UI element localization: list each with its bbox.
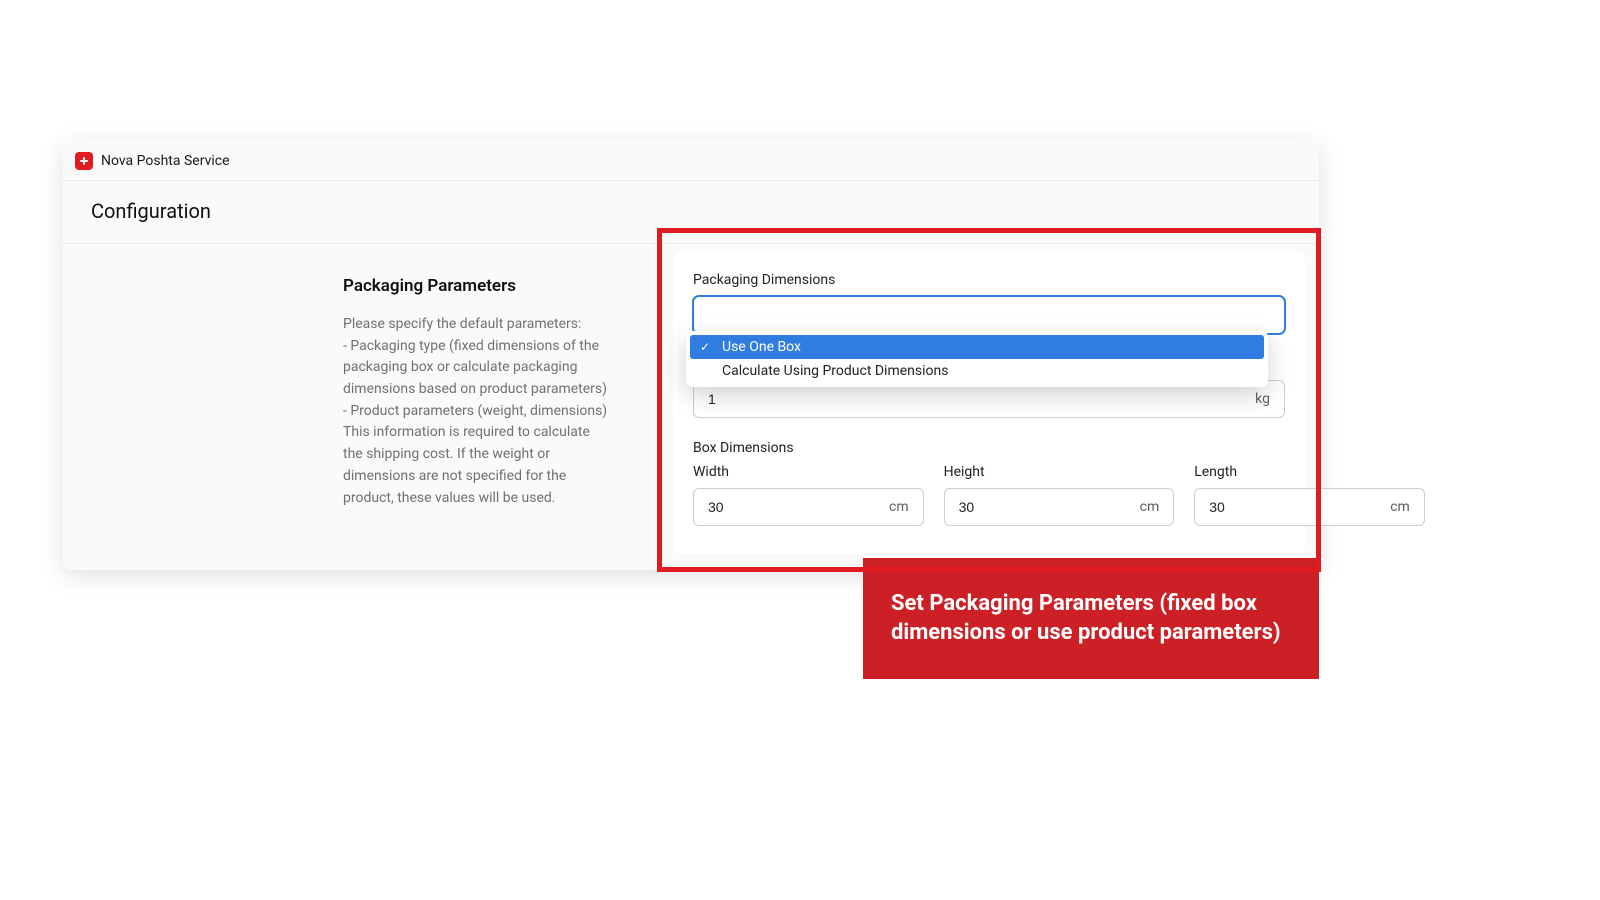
packaging-form-card: Packaging Dimensions ✓ Use One Box Calcu…: [673, 252, 1305, 554]
dropdown-option-label: Calculate Using Product Dimensions: [722, 363, 948, 379]
section-heading: Packaging Parameters: [343, 276, 611, 296]
length-input[interactable]: [1209, 499, 1390, 515]
dropdown-option-use-one-box[interactable]: ✓ Use One Box: [690, 335, 1264, 359]
app-card: Nova Poshta Service Configuration Packag…: [63, 140, 1319, 570]
box-dimensions-label: Box Dimensions: [693, 440, 1285, 456]
height-input-wrap[interactable]: cm: [944, 488, 1175, 526]
width-input[interactable]: [708, 499, 889, 515]
width-unit: cm: [889, 499, 909, 515]
length-label: Length: [1194, 464, 1425, 480]
packaging-dimensions-dropdown: ✓ Use One Box Calculate Using Product Di…: [686, 331, 1268, 387]
length-input-wrap[interactable]: cm: [1194, 488, 1425, 526]
length-unit: cm: [1390, 499, 1410, 515]
page-title-bar: Configuration: [63, 181, 1319, 244]
default-weight-input[interactable]: [708, 391, 1255, 407]
width-input-wrap[interactable]: cm: [693, 488, 924, 526]
packaging-description-column: Packaging Parameters Please specify the …: [63, 244, 631, 509]
brand-icon: [75, 152, 93, 170]
check-icon: ✓: [700, 340, 714, 354]
section-description: Please specify the default parameters: -…: [343, 314, 611, 509]
packaging-dimensions-select[interactable]: ✓ Use One Box Calculate Using Product Di…: [693, 296, 1285, 334]
width-label: Width: [693, 464, 924, 480]
annotation-callout: Set Packaging Parameters (fixed box dime…: [863, 558, 1319, 679]
brand-label: Nova Poshta Service: [101, 153, 230, 169]
annotation-callout-text: Set Packaging Parameters (fixed box dime…: [891, 591, 1281, 645]
box-dimensions-row: Width cm Height cm Length cm: [693, 464, 1285, 526]
height-input[interactable]: [959, 499, 1140, 515]
app-header: Nova Poshta Service: [63, 140, 1319, 181]
dropdown-option-calculate[interactable]: Calculate Using Product Dimensions: [690, 359, 1264, 383]
weight-unit: kg: [1255, 391, 1270, 407]
height-unit: cm: [1140, 499, 1160, 515]
page-title: Configuration: [91, 199, 1291, 223]
height-label: Height: [944, 464, 1175, 480]
dropdown-option-label: Use One Box: [722, 339, 801, 355]
packaging-dimensions-label: Packaging Dimensions: [693, 272, 1285, 288]
